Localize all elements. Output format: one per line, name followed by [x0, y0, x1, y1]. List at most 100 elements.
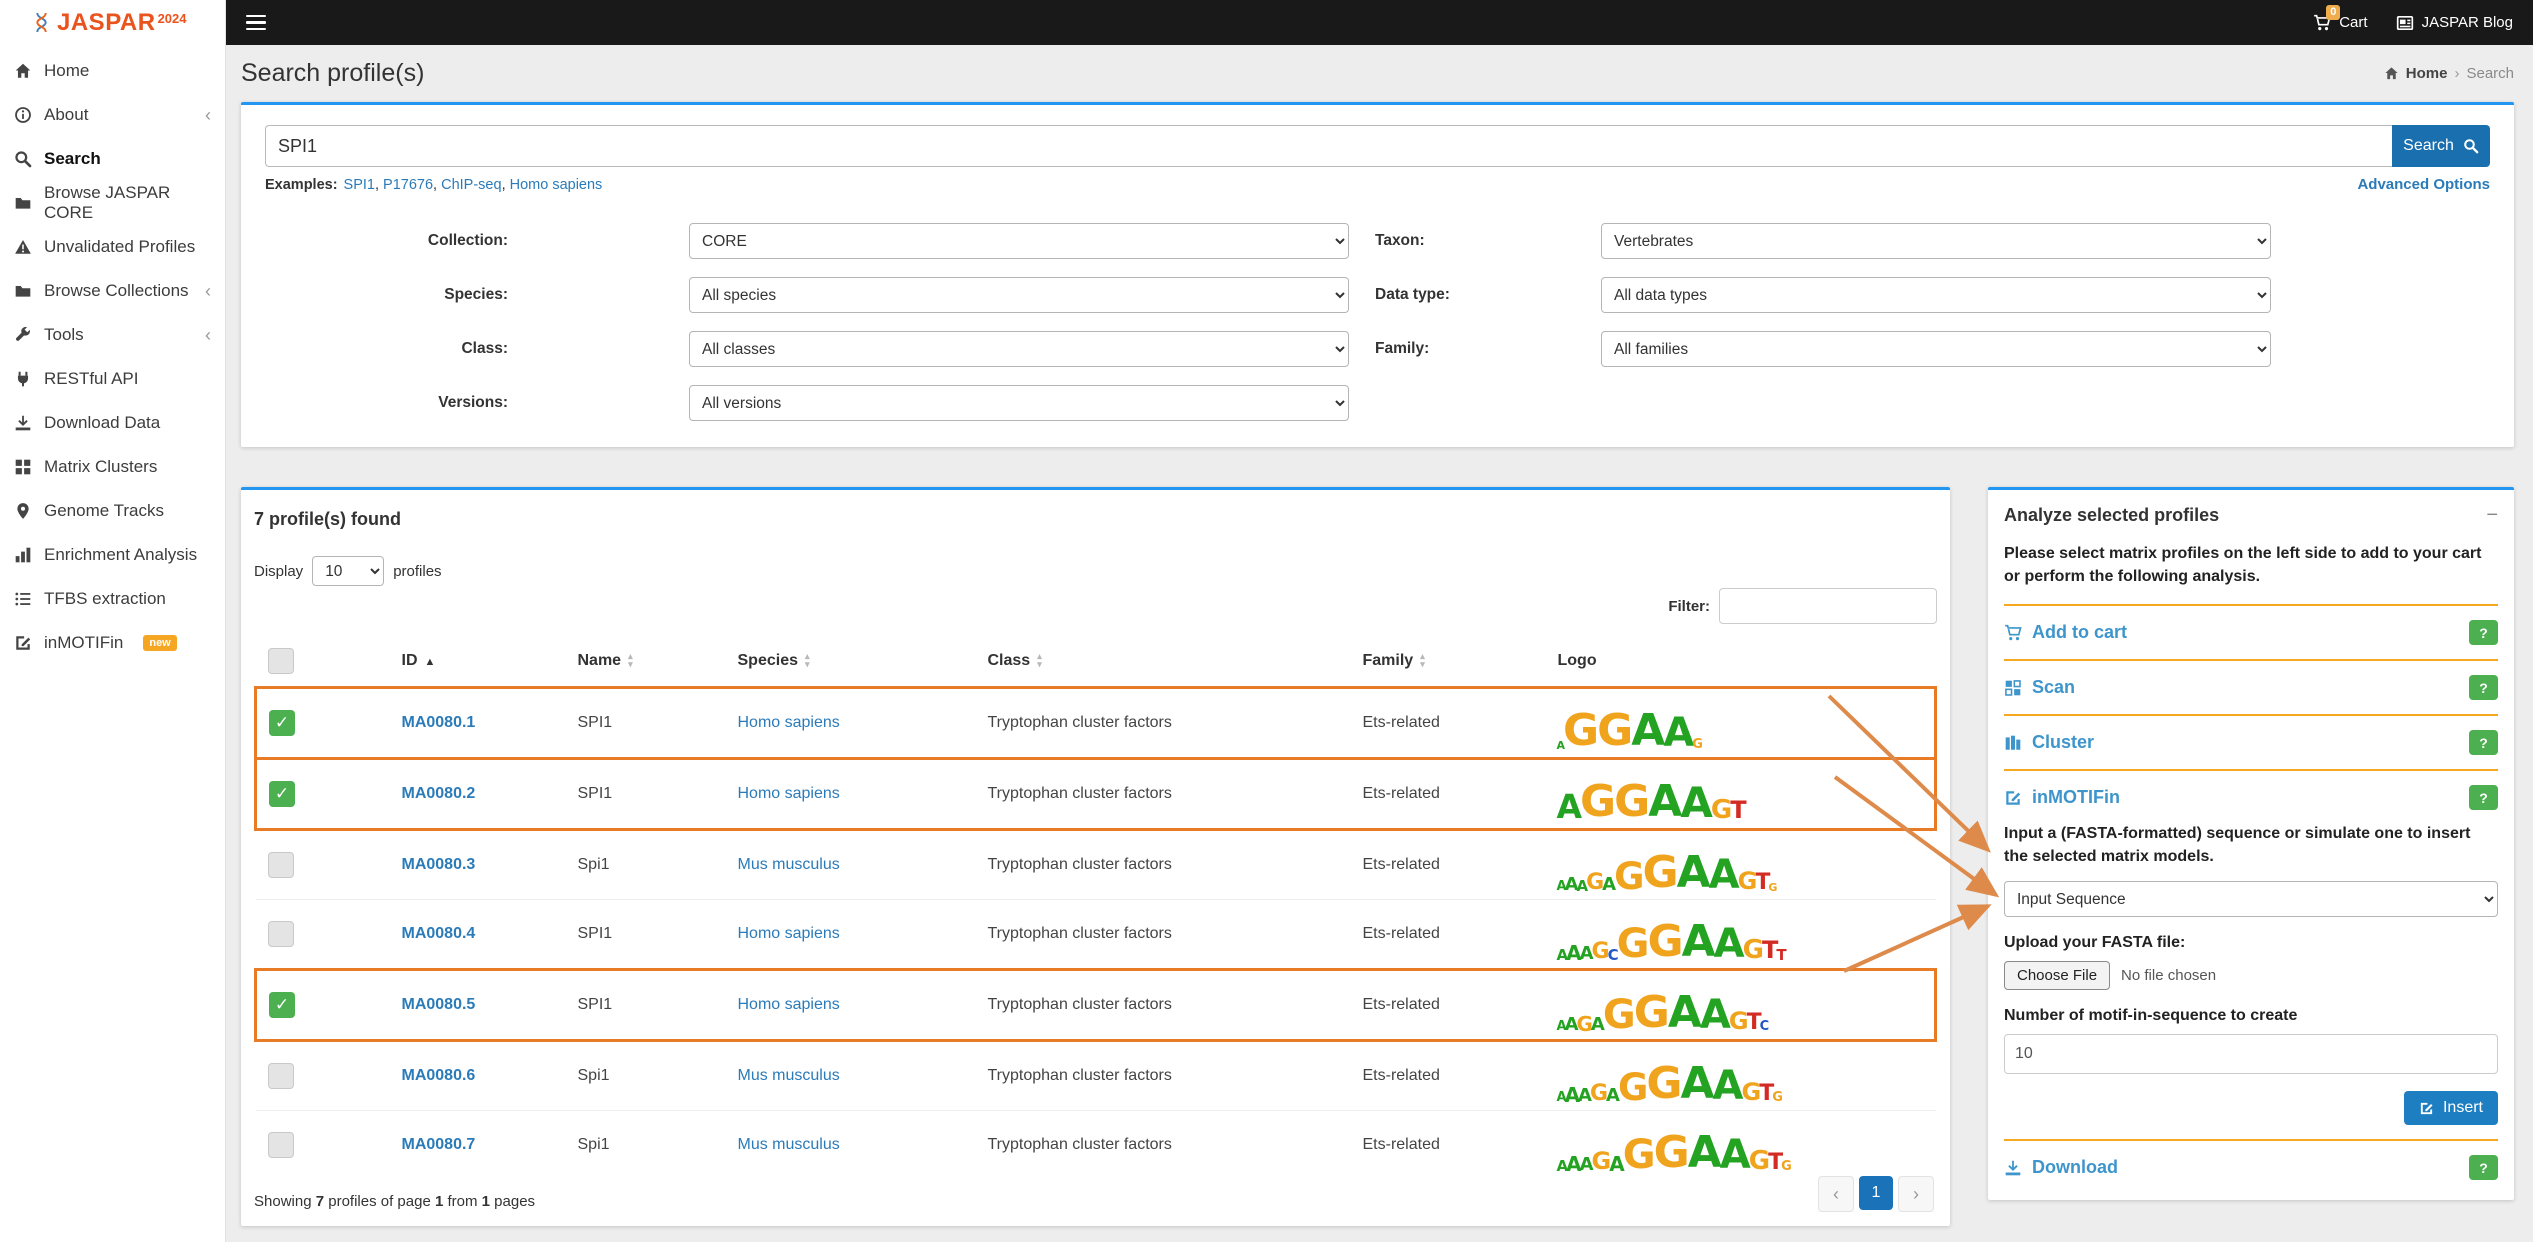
help-button[interactable]: ?	[2469, 1155, 2498, 1180]
collapse-icon[interactable]: −	[2486, 504, 2498, 527]
download-link[interactable]: Download	[2004, 1157, 2118, 1178]
help-button[interactable]: ?	[2469, 730, 2498, 755]
species-link[interactable]: Mus musculus	[738, 856, 840, 873]
orange-divider	[2004, 714, 2498, 716]
search-input[interactable]	[265, 125, 2392, 167]
versions-select[interactable]: All versions	[689, 385, 1349, 421]
profile-id-link[interactable]: MA0080.2	[402, 785, 476, 802]
sidebar-item-restful-api[interactable]: RESTful API	[0, 357, 225, 401]
panel-actions: Add to cart?Scan?Cluster?inMOTIFin?	[2004, 604, 2498, 810]
row-checkbox[interactable]	[268, 1063, 294, 1089]
example-link-p17676[interactable]: P17676	[383, 177, 433, 193]
current-page-button[interactable]: 1	[1859, 1176, 1893, 1210]
motif-count-input[interactable]	[2004, 1034, 2498, 1074]
choose-file-button[interactable]: Choose File	[2004, 961, 2110, 990]
logo-letter: A	[1714, 926, 1745, 962]
class-select[interactable]: All classes	[689, 331, 1349, 367]
row-checkbox[interactable]	[268, 852, 294, 878]
help-button[interactable]: ?	[2469, 620, 2498, 645]
species-link[interactable]: Homo sapiens	[738, 925, 840, 942]
sidebar-item-browse-jaspar-core[interactable]: Browse JASPAR CORE	[0, 181, 225, 225]
marker-icon	[14, 502, 32, 520]
sidebar-item-tools[interactable]: Tools‹	[0, 313, 225, 357]
sidebar-item-enrichment-analysis[interactable]: Enrichment Analysis	[0, 533, 225, 577]
data-type-select[interactable]: All data types	[1601, 277, 2271, 313]
id-cell: MA0080.1	[366, 688, 566, 759]
insert-button[interactable]: Insert	[2404, 1091, 2498, 1125]
example-link-spi1[interactable]: SPI1	[344, 177, 375, 193]
brand-logo[interactable]: JASPAR2024	[0, 0, 225, 45]
search-button[interactable]: Search	[2392, 125, 2490, 167]
help-button[interactable]: ?	[2469, 675, 2498, 700]
species-link[interactable]: Mus musculus	[738, 1067, 840, 1084]
collection-select[interactable]: CORE	[689, 223, 1349, 259]
column-header-species[interactable]: Species▴▾	[726, 636, 976, 688]
sidebar-item-label: Matrix Clusters	[44, 457, 157, 477]
sidebar-item-download-data[interactable]: Download Data	[0, 401, 225, 445]
blog-link[interactable]: JASPAR Blog	[2396, 14, 2513, 32]
profile-id-link[interactable]: MA0080.4	[402, 925, 476, 942]
sequence-logo: AGGAAGT	[1558, 766, 1923, 822]
action-row-scan: Scan?	[2004, 675, 2498, 700]
species-link[interactable]: Homo sapiens	[738, 996, 840, 1013]
table-row: MA0080.4SPI1Homo sapiensTryptophan clust…	[256, 900, 1936, 970]
profile-id-link[interactable]: MA0080.7	[402, 1136, 476, 1153]
cart-button[interactable]: Cart 0	[2313, 14, 2367, 32]
sidebar-item-tfbs-extraction[interactable]: TFBS extraction	[0, 577, 225, 621]
row-checkbox[interactable]	[268, 1132, 294, 1158]
row-checkbox[interactable]	[268, 921, 294, 947]
select-all-checkbox[interactable]	[268, 648, 294, 674]
next-page-button[interactable]: ›	[1898, 1176, 1934, 1212]
column-header-name[interactable]: Name▴▾	[566, 636, 726, 688]
species-link[interactable]: Mus musculus	[738, 1136, 840, 1153]
example-link-chip-seq[interactable]: ChIP-seq	[441, 177, 501, 193]
column-header-logo[interactable]: Logo	[1546, 636, 1936, 688]
sidebar-item-browse-collections[interactable]: Browse Collections‹	[0, 269, 225, 313]
row-checkbox[interactable]: ✓	[269, 992, 295, 1018]
family-select[interactable]: All families	[1601, 331, 2271, 367]
logo-letter: A	[1631, 711, 1665, 751]
sidebar-item-about[interactable]: About‹	[0, 93, 225, 137]
advanced-options-link[interactable]: Advanced Options	[2357, 176, 2490, 193]
family-cell: Ets-related	[1351, 688, 1546, 759]
filter-input[interactable]	[1719, 588, 1937, 624]
column-header-id[interactable]: ID▲	[366, 636, 566, 688]
taxon-select[interactable]: Vertebrates	[1601, 223, 2271, 259]
id-cell: MA0080.7	[366, 1111, 566, 1180]
search-card: Search Examples: SPI1, P17676, ChIP-seq,…	[241, 102, 2514, 447]
species-link[interactable]: Homo sapiens	[738, 785, 840, 802]
breadcrumb-home[interactable]: Home	[2406, 65, 2448, 82]
row-checkbox[interactable]: ✓	[269, 710, 295, 736]
analyze-panel: Analyze selected profiles − Please selec…	[1988, 487, 2514, 1200]
species-cell: Mus musculus	[726, 1041, 976, 1111]
sidebar-item-inmotifin[interactable]: inMOTIFinnew	[0, 621, 225, 665]
sidebar-item-genome-tracks[interactable]: Genome Tracks	[0, 489, 225, 533]
row-checkbox[interactable]: ✓	[269, 781, 295, 807]
prev-page-button[interactable]: ‹	[1818, 1176, 1854, 1212]
blog-icon	[2396, 14, 2414, 32]
sidebar-item-unvalidated-profiles[interactable]: Unvalidated Profiles	[0, 225, 225, 269]
profile-id-link[interactable]: MA0080.6	[402, 1067, 476, 1084]
help-button[interactable]: ?	[2469, 785, 2498, 810]
species-select[interactable]: All species	[689, 277, 1349, 313]
scan-link[interactable]: Scan	[2004, 677, 2075, 698]
add-to-cart-link[interactable]: Add to cart	[2004, 622, 2127, 643]
example-link-homo-sapiens[interactable]: Homo sapiens	[510, 177, 603, 193]
column-header-family[interactable]: Family▴▾	[1351, 636, 1546, 688]
profile-id-link[interactable]: MA0080.5	[402, 996, 476, 1013]
species-link[interactable]: Homo sapiens	[738, 714, 840, 731]
page-size-select[interactable]: 10	[312, 556, 384, 586]
id-cell: MA0080.6	[366, 1041, 566, 1111]
profile-id-link[interactable]: MA0080.3	[402, 856, 476, 873]
inmotifin-link[interactable]: inMOTIFin	[2004, 787, 2120, 808]
logo-letter: G	[1692, 739, 1703, 751]
action-row-inmotifin: inMOTIFin?	[2004, 785, 2498, 810]
sidebar-item-matrix-clusters[interactable]: Matrix Clusters	[0, 445, 225, 489]
sidebar-item-search[interactable]: Search	[0, 137, 225, 181]
sidebar-item-home[interactable]: Home	[0, 49, 225, 93]
cluster-link[interactable]: Cluster	[2004, 732, 2094, 753]
column-header-class[interactable]: Class▴▾	[976, 636, 1351, 688]
sequence-source-select[interactable]: Input Sequence	[2004, 881, 2498, 917]
menu-toggle-icon[interactable]	[246, 15, 266, 31]
profile-id-link[interactable]: MA0080.1	[402, 714, 476, 731]
